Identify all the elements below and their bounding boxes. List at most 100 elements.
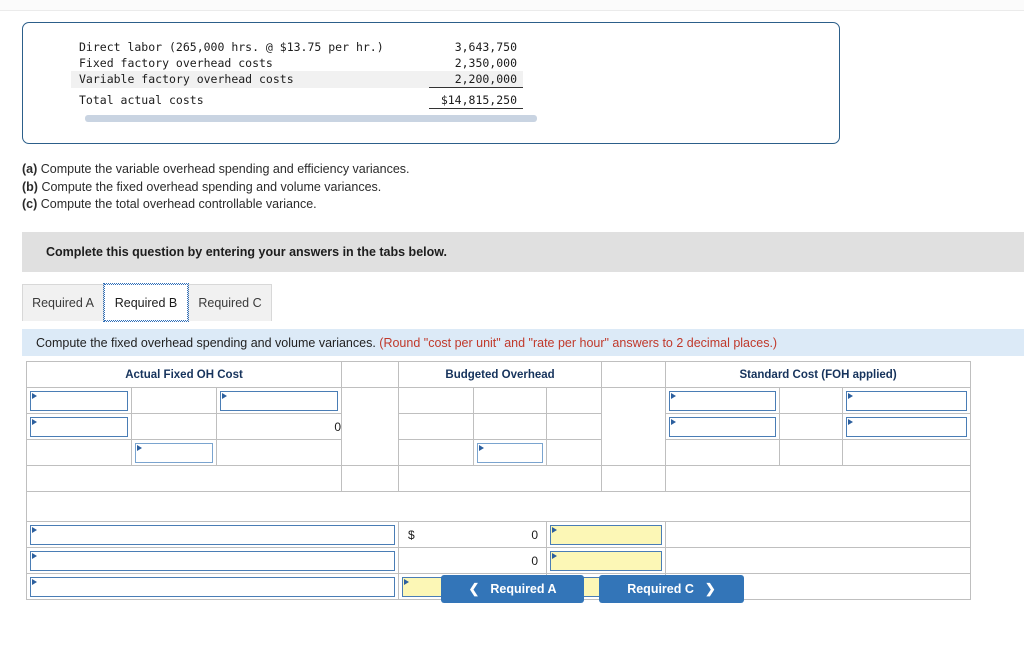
spacer-column-1 [341,387,400,466]
variance-2-amount: 0 [531,553,539,568]
worksheet-empty-cell [25,491,972,522]
actual-r3c2-cell [131,439,217,466]
variance-bar-right-cell [665,465,972,492]
variance-bar-yellow-2[interactable] [601,465,667,492]
cost-amount: 2,200,000 [428,71,523,88]
standard-r1c1-input[interactable] [669,390,777,411]
complete-question-text: Complete this question by entering your … [46,245,447,259]
budgeted-r2c1-cell [398,413,475,440]
requirement-a: (a) Compute the variable overhead spendi… [22,161,822,179]
variance-worksheet: Actual Fixed OH Cost Budgeted Overhead S… [25,361,972,600]
actual-r3c2-input[interactable] [135,442,213,463]
worksheet-row-1 [26,387,972,466]
budgeted-r3c3-cell [546,439,603,466]
chevron-left-icon: ❮ [468,581,480,596]
budgeted-r1c3-cell [546,387,603,414]
worksheet-variance-bar-row [25,465,972,492]
actual-r1c1-cell [26,387,132,414]
tab-required-a[interactable]: Required A [22,284,104,321]
variance-1-currency: $ [408,527,415,542]
actual-r1c2-cell [131,387,217,414]
variance-row-2: 0 [25,547,972,574]
tab-required-c[interactable]: Required C [188,284,272,321]
budgeted-r1c1-cell [398,387,475,414]
variance-1-result-input[interactable] [550,524,663,545]
standard-r1c3-input[interactable] [846,390,968,411]
standard-r2c1-input[interactable] [669,416,777,437]
table-row-total: Total actual costs $14,815,250 [71,87,523,109]
variance-1-label-cell [25,521,400,548]
variance-2-result-input[interactable] [550,550,663,571]
horizontal-scrollbar[interactable] [85,115,537,122]
next-required-c-button[interactable]: Required C ❯ [599,575,744,603]
standard-r1c2-cell [779,387,844,414]
actual-r2c2-cell [131,413,217,440]
standard-r3c3-cell [842,439,972,466]
actual-r2c1-cell [26,413,132,440]
actual-r2c1-input[interactable] [30,416,128,437]
variance-bar-left-cell [25,465,343,492]
standard-r1c3-cell [842,387,972,414]
page-root: Direct labor (265,000 hrs. @ $13.75 per … [0,0,1024,660]
cost-label: Direct labor (265,000 hrs. @ $13.75 per … [79,40,384,54]
prev-required-a-button[interactable]: ❮ Required A [441,575,584,603]
actual-r1c3-cell [215,387,343,414]
cost-label: Fixed factory overhead costs [79,56,273,70]
variance-1-label-input[interactable] [30,524,396,545]
cost-amount: 3,643,750 [454,40,517,54]
sub-instruction-main: Compute the fixed overhead spending and … [36,335,380,350]
standard-r2c3-cell [842,413,972,440]
standard-r2c3-input[interactable] [846,416,968,437]
worksheet-row-3 [26,439,972,466]
standard-r3c1-cell [665,439,781,466]
variance-1-amount-cell: $ 0 [398,521,548,548]
spacer-header-1 [341,361,400,388]
variance-2-amount-wrap: 0 [399,549,546,573]
variance-1-trailing-cell [665,521,972,548]
header-budgeted-overhead: Budgeted Overhead [398,361,603,388]
standard-r1c1-cell [665,387,781,414]
tab-required-a-label: Required A [32,296,94,310]
tab-required-b[interactable]: Required B [103,283,189,322]
spacer-header-2 [601,361,667,388]
actual-r1c3-input[interactable] [220,390,339,411]
budgeted-r1c2-cell [473,387,548,414]
chevron-right-icon: ❯ [704,581,716,596]
cost-label: Variable factory overhead costs [71,71,429,88]
total-amount: $14,815,250 [428,87,523,109]
budgeted-r3c1-cell [398,439,475,466]
requirement-a-marker: (a) [22,162,38,176]
budgeted-r3c2-cell [473,439,548,466]
variance-bar-middle-cell [398,465,603,492]
actual-costs-card: Direct labor (265,000 hrs. @ $13.75 per … [22,22,840,144]
table-row: Fixed factory overhead costs 2,350,000 [71,55,523,71]
spacer-column-2 [601,387,667,466]
budgeted-r3c2-input[interactable] [477,442,544,463]
variance-2-label-input[interactable] [30,550,396,571]
variance-bar-yellow-1[interactable] [341,465,400,492]
requirements-list: (a) Compute the variable overhead spendi… [22,161,822,214]
standard-r2c2-cell [779,413,844,440]
variance-2-trailing-cell [665,547,972,574]
variance-row-1: $ 0 [25,521,972,548]
cost-amount: 2,350,000 [454,56,517,70]
worksheet-row-2: 0 [26,413,972,440]
standard-r2c1-cell [665,413,781,440]
sub-instruction-text-wrap: Compute the fixed overhead spending and … [22,336,777,350]
budgeted-r2c2-cell [473,413,548,440]
requirement-c: (c) Compute the total overhead controlla… [22,196,822,214]
requirement-b: (b) Compute the fixed overhead spending … [22,179,822,197]
variance-1-amount: 0 [531,527,539,542]
actual-costs-table: Direct labor (265,000 hrs. @ $13.75 per … [71,39,523,109]
next-required-c-label: Required C [627,582,694,596]
actual-r1c1-input[interactable] [30,390,128,411]
table-row: Variable factory overhead costs 2,200,00… [71,71,523,88]
total-label: Total actual costs [79,93,204,107]
tab-required-c-label: Required C [198,296,262,310]
tab-required-b-label: Required B [114,295,178,310]
actual-costs-card-inner: Direct labor (265,000 hrs. @ $13.75 per … [23,23,839,122]
actual-r2c3-computed-value: 0 [215,413,343,440]
requirement-b-marker: (b) [22,179,38,194]
variance-1-result-cell [546,521,667,548]
sub-instruction-bar: Compute the fixed overhead spending and … [22,329,1024,356]
